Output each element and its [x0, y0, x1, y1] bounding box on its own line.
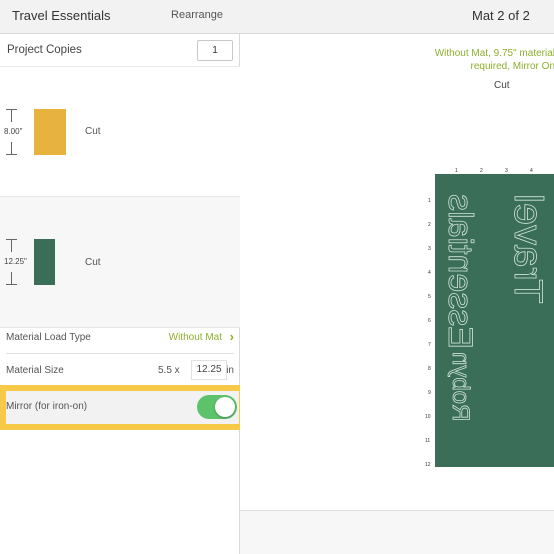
- left-panel: Travel Essentials Rearrange Project Copi…: [0, 0, 245, 554]
- material-size-width: 5.5 x: [158, 365, 180, 376]
- ruler-number: 4: [428, 270, 431, 276]
- project-copies-row: Project Copies 1: [0, 34, 240, 67]
- material-size-unit: in: [226, 365, 234, 376]
- bottom-bar: [240, 510, 554, 554]
- mat-counter-title: Mat 2 of 2: [472, 8, 530, 23]
- material-load-type-label: Material Load Type: [6, 332, 91, 343]
- material-size-label: Material Size: [6, 365, 64, 376]
- mat-height-label: 12.25": [4, 257, 27, 266]
- ruler-number: 6: [428, 318, 431, 324]
- ruler-number: 9: [428, 390, 431, 396]
- ruler-number: 2: [428, 222, 431, 228]
- mat-status-line-2: required, Mirror On: [470, 61, 554, 72]
- ruler-number: 5: [428, 294, 431, 300]
- mirrored-design: Travel Essentials Robyn: [441, 194, 551, 422]
- material-load-type-value[interactable]: Without Mat: [169, 332, 222, 343]
- toggle-knob: [215, 397, 235, 417]
- mat-status-line-1: Without Mat, 9.75" material: [434, 48, 554, 59]
- ruler-left: 1 2 3 4 5 6 7 8 9 10 11 12: [420, 174, 434, 474]
- mat-status-note: Without Mat, 9.75" material required, Mi…: [340, 47, 554, 73]
- mat-preview-green[interactable]: [34, 239, 55, 285]
- ruler-number: 1: [428, 198, 431, 204]
- mat-preview-gold[interactable]: [34, 109, 66, 155]
- ruler-number: 12: [425, 462, 431, 468]
- mat-preview[interactable]: Travel Essentials Robyn: [435, 174, 554, 467]
- ruler-number: 7: [428, 342, 431, 348]
- rearrange-button[interactable]: Rearrange: [171, 9, 223, 21]
- material-size-row: Material Size 5.5 x 12.25 in: [6, 357, 234, 387]
- left-header: Travel Essentials Rearrange: [0, 0, 240, 34]
- mat-canvas: 1 2 3 4 1 2 3 4 5 6 7 8 9 10 11 12 Trave…: [420, 168, 554, 473]
- ruler-number: 3: [428, 246, 431, 252]
- chevron-right-icon[interactable]: ›: [230, 329, 234, 344]
- mat-cut-label: Cut: [85, 126, 101, 137]
- mat-card-2[interactable]: 12.25" Cut: [0, 197, 240, 328]
- design-text-robyn: Robyn: [447, 352, 474, 421]
- project-copies-input[interactable]: 1: [197, 40, 233, 61]
- material-size-height-input[interactable]: 12.25: [191, 360, 227, 380]
- mat-cut-label: Cut: [494, 80, 510, 91]
- mirror-label: Mirror (for iron-on): [6, 401, 88, 412]
- project-title: Travel Essentials: [12, 8, 111, 23]
- design-text-travel: Travel: [506, 194, 550, 304]
- right-header: Mat 2 of 2: [240, 0, 554, 34]
- mat-card-1[interactable]: 8.00" Cut: [0, 67, 240, 197]
- mat-cut-label: Cut: [85, 257, 101, 268]
- ruler-number: 11: [425, 438, 431, 444]
- material-load-type-row[interactable]: Material Load Type Without Mat ›: [6, 324, 234, 354]
- design-text-essentials: Essentials: [441, 194, 479, 349]
- mirror-toggle[interactable]: [197, 395, 237, 419]
- right-panel: Mat 2 of 2 Without Mat, 9.75" material r…: [240, 0, 554, 554]
- ruler-number: 10: [425, 414, 431, 420]
- mirror-row-highlight: Mirror (for iron-on): [0, 385, 245, 430]
- ruler-number: 8: [428, 366, 431, 372]
- project-copies-label: Project Copies: [7, 44, 82, 56]
- mat-height-label: 8.00": [4, 127, 23, 136]
